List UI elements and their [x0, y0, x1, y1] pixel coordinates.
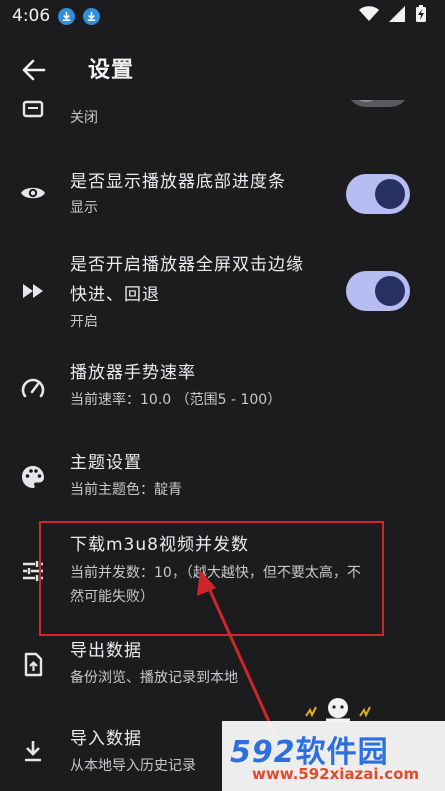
setting-item-partial[interactable]: 关闭	[0, 100, 445, 160]
setting-item-progress-bar[interactable]: 是否显示播放器底部进度条 显示	[0, 162, 445, 232]
download-notification-icon	[83, 7, 101, 25]
download-icon	[25, 741, 41, 762]
setting-item-export[interactable]: 导出数据 备份浏览、播放记录到本地	[0, 636, 445, 698]
battery-icon	[415, 4, 427, 28]
setting-subtitle: 当前主题色：靛青	[70, 482, 182, 498]
double-tap-toggle[interactable]	[346, 271, 410, 311]
settings-list[interactable]: 关闭 是否显示播放器底部进度条 显示 是否开启播放器全屏双击边缘 快进、回退 开…	[0, 100, 445, 791]
setting-toggle[interactable]	[346, 100, 410, 107]
status-bar: 4:06	[0, 0, 445, 32]
setting-item-theme[interactable]: 主题设置 当前主题色：靛青	[0, 448, 445, 510]
eye-icon	[21, 187, 45, 199]
setting-subtitle: 显示	[70, 200, 98, 216]
setting-title: 导出数据	[70, 641, 142, 661]
status-time: 4:06	[12, 6, 51, 26]
page-title: 设置	[88, 58, 135, 83]
speedometer-icon	[21, 378, 45, 398]
back-arrow-icon[interactable]	[20, 56, 48, 84]
setting-item-gesture-speed[interactable]: 播放器手势速率 当前速率：10.0 （范围5 - 100）	[0, 358, 445, 420]
setting-subtitle: 备份浏览、播放记录到本地	[70, 670, 238, 686]
signal-icon	[389, 5, 405, 27]
download-notification-icon	[58, 7, 76, 25]
setting-subtitle: 关闭	[70, 110, 98, 126]
setting-subtitle: 开启	[70, 314, 98, 330]
setting-subtitle: 当前速率：10.0 （范围5 - 100）	[70, 392, 282, 408]
watermark-url: www.592xiazai.com	[252, 765, 420, 783]
watermark-logo: 592软件园 www.592xiazai.com	[222, 721, 445, 791]
setting-subtitle: 从本地导入历史记录	[70, 758, 196, 774]
list-icon	[22, 100, 44, 118]
setting-title: 主题设置	[70, 453, 142, 473]
app-bar: 设置	[0, 38, 445, 100]
annotation-highlight-box	[39, 521, 384, 636]
fast-forward-icon	[23, 284, 43, 298]
setting-title: 是否显示播放器底部进度条	[70, 172, 286, 192]
setting-title-line1: 是否开启播放器全屏双击边缘	[70, 255, 304, 275]
setting-item-double-tap[interactable]: 是否开启播放器全屏双击边缘 快进、回退 开启	[0, 248, 445, 340]
progress-bar-toggle[interactable]	[346, 174, 410, 214]
palette-icon	[22, 466, 44, 488]
setting-title: 播放器手势速率	[70, 363, 196, 383]
setting-title: 导入数据	[70, 729, 142, 749]
setting-title-line2: 快进、回退	[70, 285, 160, 305]
wifi-icon	[359, 5, 379, 27]
file-export-icon	[24, 652, 43, 677]
